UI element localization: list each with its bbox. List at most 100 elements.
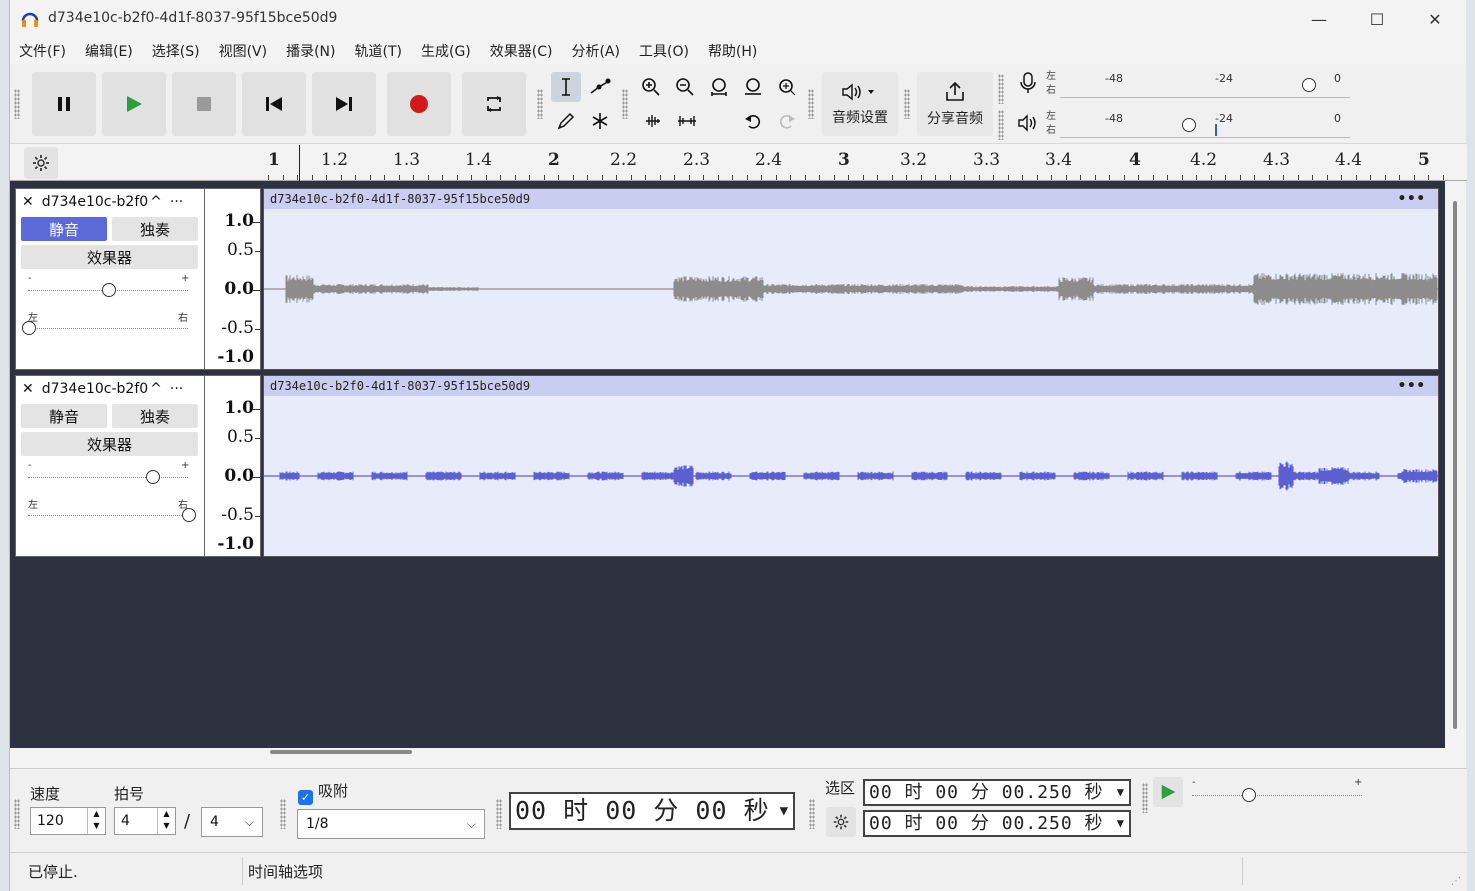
collapse-icon[interactable]: ^ (150, 381, 162, 397)
toolbar-grip[interactable] (904, 89, 910, 119)
selection-settings-button[interactable] (826, 807, 856, 837)
chevron-down-icon[interactable]: ▼ (1117, 812, 1125, 835)
menu-generate[interactable]: 生成(G) (421, 41, 471, 61)
pan-slider-track[interactable] (28, 515, 188, 516)
record-meter-button[interactable] (1013, 68, 1043, 98)
toolbar-grip[interactable] (14, 799, 20, 829)
timeline-settings-button[interactable] (24, 147, 58, 179)
skip-start-button[interactable] (242, 72, 306, 136)
speed-slider-knob[interactable] (1242, 788, 1256, 802)
resize-grip-icon[interactable]: ⋰ (1451, 876, 1461, 887)
chevron-down-icon[interactable]: ▼ (780, 794, 789, 828)
play-volume-knob[interactable] (1182, 118, 1196, 132)
gain-slider-knob[interactable] (146, 470, 160, 484)
horizontal-scrollbar[interactable] (270, 750, 412, 754)
track-close-icon[interactable]: ✕ (22, 194, 34, 210)
record-button[interactable] (387, 72, 451, 136)
record-meter[interactable]: 左右 -48 -24 0 (1046, 70, 1351, 100)
chevron-down-icon[interactable]: ▼ (1117, 781, 1125, 804)
pan-slider-knob[interactable] (182, 508, 196, 522)
menu-file[interactable]: 文件(F) (19, 41, 66, 61)
redo-button[interactable] (772, 106, 802, 136)
maximize-button[interactable]: ☐ (1348, 0, 1406, 38)
time-signature-numerator[interactable]: 4 ▲ ▼ (114, 807, 176, 835)
collapse-icon[interactable]: ^ (150, 194, 162, 210)
multi-tool-button[interactable] (585, 106, 615, 136)
time-signature-denominator[interactable]: 4 ⌵ (201, 807, 263, 837)
toolbar-grip[interactable] (622, 89, 628, 119)
zoom-in-button[interactable] (636, 72, 666, 102)
menu-select[interactable]: 选择(S) (152, 41, 200, 61)
menu-analyze[interactable]: 分析(A) (571, 41, 620, 61)
snap-select[interactable]: 1/8 ⌵ (297, 809, 485, 839)
waveform[interactable] (264, 396, 1438, 556)
audio-clip[interactable]: d734e10c-b2f0-4d1f-8037-95f15bce50d9 ••• (263, 188, 1439, 370)
tempo-input[interactable]: 120 ▲ ▼ (30, 807, 106, 835)
audio-clip[interactable]: d734e10c-b2f0-4d1f-8037-95f15bce50d9 ••• (263, 375, 1439, 557)
numerator-stepper[interactable]: ▲ ▼ (157, 808, 175, 834)
speed-slider-track[interactable] (1192, 795, 1362, 796)
clip-menu-icon[interactable]: ••• (1398, 189, 1426, 209)
toolbar-grip[interactable] (998, 110, 1004, 140)
toolbar-grip[interactable] (14, 89, 20, 119)
loop-button[interactable] (462, 72, 526, 136)
timeline-ruler[interactable]: 1 1.2 1.3 1.4 2 2.2 2.3 2.4 3 3.2 3.3 3.4 4 4.2 4.3 4.4… (10, 145, 1467, 181)
toolbar-grip[interactable] (496, 799, 502, 829)
selection-tool-button[interactable] (551, 72, 581, 102)
envelope-tool-button[interactable] (585, 72, 615, 102)
mute-button[interactable]: 静音 (21, 217, 107, 241)
fit-selection-button[interactable] (704, 72, 734, 102)
stop-button[interactable] (172, 72, 236, 136)
selection-end-time[interactable]: 00 时 00 分 00.250 秒 ▼ (863, 810, 1131, 837)
selection-start-time[interactable]: 00 时 00 分 00.250 秒 ▼ (863, 779, 1131, 806)
solo-button[interactable]: 独奏 (112, 404, 198, 428)
pause-button[interactable] (32, 72, 96, 136)
minimize-button[interactable]: — (1290, 0, 1348, 38)
track-menu-icon[interactable]: ··· (170, 194, 183, 210)
trim-button[interactable] (638, 106, 668, 136)
fit-project-button[interactable] (738, 72, 768, 102)
amplitude-scale[interactable]: 1.0 0.5 0.0 -0.5 -1.0 (205, 375, 261, 557)
menu-help[interactable]: 帮助(H) (708, 41, 757, 61)
track-close-icon[interactable]: ✕ (22, 381, 34, 397)
toolbar-grip[interactable] (808, 89, 814, 119)
zoom-toggle-button[interactable] (772, 72, 802, 102)
audio-setup-button[interactable]: 音频设置 (822, 72, 898, 136)
clip-header[interactable]: d734e10c-b2f0-4d1f-8037-95f15bce50d9 ••• (264, 376, 1438, 396)
clip-menu-icon[interactable]: ••• (1398, 376, 1426, 396)
clip-header[interactable]: d734e10c-b2f0-4d1f-8037-95f15bce50d9 ••• (264, 189, 1438, 209)
tempo-stepper[interactable]: ▲ ▼ (87, 808, 105, 834)
play-meter[interactable]: 左右 -48 -24 0 (1046, 110, 1351, 140)
draw-tool-button[interactable] (551, 106, 581, 136)
amplitude-scale[interactable]: 1.0 0.5 0.0 -0.5 -1.0 (205, 188, 261, 370)
solo-button[interactable]: 独奏 (112, 217, 198, 241)
track-menu-icon[interactable]: ··· (170, 381, 183, 397)
time-display[interactable]: 00 时 00 分 00 秒 ▼ (509, 792, 795, 830)
toolbar-grip[interactable] (809, 799, 815, 829)
play-meter-button[interactable] (1013, 108, 1043, 138)
toolbar-grip[interactable] (537, 89, 543, 119)
pan-slider-knob[interactable] (22, 321, 36, 335)
snap-checkbox[interactable]: ✓ (298, 790, 313, 805)
track-name[interactable]: d734e10c-b2f0 (42, 381, 148, 397)
menu-effect[interactable]: 效果器(C) (490, 41, 553, 61)
gain-slider-knob[interactable] (102, 283, 116, 297)
waveform[interactable] (264, 209, 1438, 369)
close-button[interactable]: ✕ (1406, 0, 1464, 38)
effects-button[interactable]: 效果器 (21, 245, 198, 269)
undo-button[interactable] (738, 106, 768, 136)
mute-button[interactable]: 静音 (21, 404, 107, 428)
toolbar-grip[interactable] (998, 74, 1004, 104)
effects-button[interactable]: 效果器 (21, 432, 198, 456)
pan-slider-track[interactable] (28, 328, 188, 329)
gain-slider-track[interactable] (28, 477, 188, 478)
play-at-speed-button[interactable] (1153, 777, 1183, 807)
menu-tools[interactable]: 工具(O) (639, 41, 689, 61)
toolbar-grip[interactable] (280, 799, 286, 829)
zoom-out-button[interactable] (670, 72, 700, 102)
track-name[interactable]: d734e10c-b2f0 (42, 194, 148, 210)
menu-transport[interactable]: 播录(N) (286, 41, 335, 61)
record-volume-knob[interactable] (1302, 78, 1316, 92)
menu-tracks[interactable]: 轨道(T) (355, 41, 402, 61)
toolbar-grip[interactable] (1142, 783, 1148, 813)
